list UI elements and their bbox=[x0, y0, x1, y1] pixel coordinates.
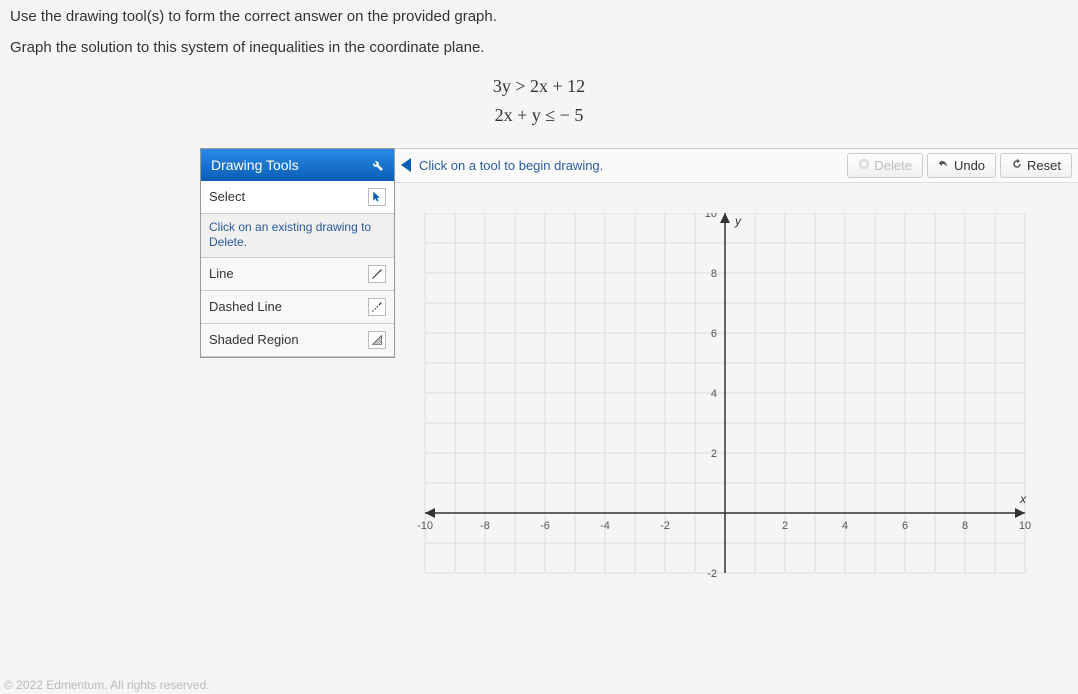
reset-icon bbox=[1011, 158, 1023, 173]
arrow-left-icon bbox=[401, 158, 411, 172]
svg-text:10: 10 bbox=[1019, 520, 1031, 532]
graph-area: Click on a tool to begin drawing. Delete… bbox=[395, 148, 1078, 613]
equation-2: 2x + y ≤ − 5 bbox=[10, 101, 1068, 130]
undo-icon bbox=[938, 158, 950, 173]
tool-line-label: Line bbox=[209, 266, 234, 281]
delete-label: Delete bbox=[874, 158, 912, 173]
svg-text:8: 8 bbox=[711, 268, 717, 280]
tick-labels: -10 -8 -6 -4 -2 2 4 6 8 10 -2 2 4 6 8 10 bbox=[417, 213, 1031, 580]
instruction-text: Use the drawing tool(s) to form the corr… bbox=[10, 8, 1068, 25]
tools-header: Drawing Tools bbox=[201, 149, 394, 181]
svg-text:-2: -2 bbox=[660, 520, 670, 532]
svg-text:-4: -4 bbox=[600, 520, 610, 532]
dashed-line-icon bbox=[368, 298, 386, 316]
reset-label: Reset bbox=[1027, 158, 1061, 173]
drawing-tools-panel: Drawing Tools Select Click on an existin… bbox=[200, 148, 395, 358]
svg-text:6: 6 bbox=[902, 520, 908, 532]
wrench-icon bbox=[370, 158, 384, 172]
begin-drawing-hint: Click on a tool to begin drawing. bbox=[419, 158, 843, 173]
svg-text:-10: -10 bbox=[417, 520, 433, 532]
y-axis-label: y bbox=[734, 214, 742, 228]
tool-dashed-label: Dashed Line bbox=[209, 299, 282, 314]
svg-text:-2: -2 bbox=[707, 568, 717, 580]
svg-text:2: 2 bbox=[782, 520, 788, 532]
svg-text:-8: -8 bbox=[480, 520, 490, 532]
svg-text:8: 8 bbox=[962, 520, 968, 532]
delete-button[interactable]: Delete bbox=[847, 153, 923, 178]
graph-toolbar: Click on a tool to begin drawing. Delete… bbox=[395, 149, 1078, 183]
copyright-footer: © 2022 Edmentum. All rights reserved. bbox=[4, 678, 210, 692]
tool-dashed-line[interactable]: Dashed Line bbox=[201, 291, 394, 324]
x-axis-label: x bbox=[1019, 492, 1027, 506]
delete-icon bbox=[858, 158, 870, 173]
equation-1: 3y > 2x + 12 bbox=[10, 72, 1068, 101]
tool-hint-delete: Click on an existing drawing to Delete. bbox=[201, 214, 394, 258]
graph-canvas[interactable]: -10 -8 -6 -4 -2 2 4 6 8 10 -2 2 4 6 8 10 x y bbox=[415, 213, 1035, 613]
svg-text:4: 4 bbox=[711, 388, 717, 400]
svg-text:10: 10 bbox=[705, 213, 717, 220]
svg-text:-6: -6 bbox=[540, 520, 550, 532]
svg-text:2: 2 bbox=[711, 448, 717, 460]
tool-shaded-region[interactable]: Shaded Region bbox=[201, 324, 394, 357]
tool-select[interactable]: Select bbox=[201, 181, 394, 214]
undo-label: Undo bbox=[954, 158, 985, 173]
line-icon bbox=[368, 265, 386, 283]
reset-button[interactable]: Reset bbox=[1000, 153, 1072, 178]
shaded-region-icon bbox=[368, 331, 386, 349]
cursor-icon bbox=[368, 188, 386, 206]
equations-block: 3y > 2x + 12 2x + y ≤ − 5 bbox=[10, 72, 1068, 130]
tool-line[interactable]: Line bbox=[201, 258, 394, 291]
prompt-text: Graph the solution to this system of ine… bbox=[10, 39, 1068, 56]
svg-text:6: 6 bbox=[711, 328, 717, 340]
svg-text:4: 4 bbox=[842, 520, 848, 532]
undo-button[interactable]: Undo bbox=[927, 153, 996, 178]
tools-header-label: Drawing Tools bbox=[211, 157, 299, 173]
tool-shaded-label: Shaded Region bbox=[209, 332, 299, 347]
tool-select-label: Select bbox=[209, 189, 245, 204]
